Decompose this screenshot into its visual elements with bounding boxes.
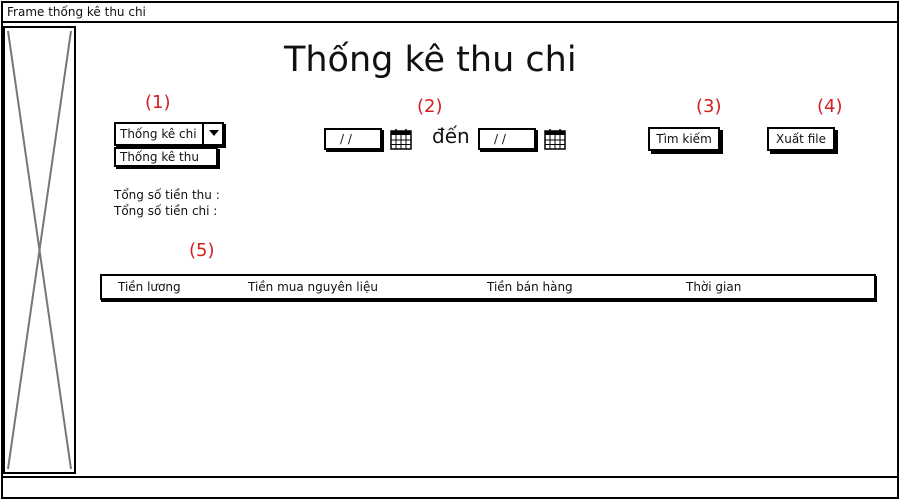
column-header-salary[interactable]: Tiền lương — [118, 280, 181, 294]
page-title: Thống kê thu chi — [284, 40, 577, 80]
marker-1: (1) — [145, 92, 171, 113]
date-from-input[interactable]: / / — [324, 128, 382, 150]
type-select-toggle[interactable] — [202, 122, 224, 146]
total-income-label: Tổng số tiền thu : — [114, 188, 220, 202]
image-placeholder-icon — [7, 30, 72, 470]
marker-5: (5) — [189, 240, 215, 261]
window-title: Frame thống kê thu chi — [7, 5, 146, 19]
type-option-income[interactable]: Thống kê thu — [114, 147, 218, 167]
chevron-down-icon — [209, 130, 219, 136]
title-bar: Frame thống kê thu chi — [1, 1, 899, 23]
column-header-sales[interactable]: Tiền bán hàng — [487, 280, 573, 294]
column-header-time[interactable]: Thời gian — [686, 280, 741, 294]
type-select[interactable]: Thống kê chi — [114, 122, 224, 146]
search-button[interactable]: Tìm kiếm — [648, 127, 720, 151]
type-select-value: Thống kê chi — [120, 127, 197, 141]
export-file-button[interactable]: Xuất file — [767, 127, 835, 151]
column-header-materials[interactable]: Tiền mua nguyên liệu — [248, 280, 378, 294]
date-range-separator: đến — [432, 124, 470, 148]
marker-4: (4) — [817, 96, 843, 117]
sidebar-image-placeholder — [3, 26, 76, 474]
marker-3: (3) — [696, 96, 722, 117]
date-to-input[interactable]: / / — [478, 128, 536, 150]
total-expense-label: Tổng số tiền chi : — [114, 204, 218, 218]
status-bar-divider — [1, 476, 899, 478]
calendar-icon[interactable] — [390, 128, 412, 150]
statistics-table-header: Tiền lương Tiền mua nguyên liệu Tiền bán… — [100, 274, 876, 300]
calendar-icon[interactable] — [544, 128, 566, 150]
marker-2: (2) — [417, 96, 443, 117]
